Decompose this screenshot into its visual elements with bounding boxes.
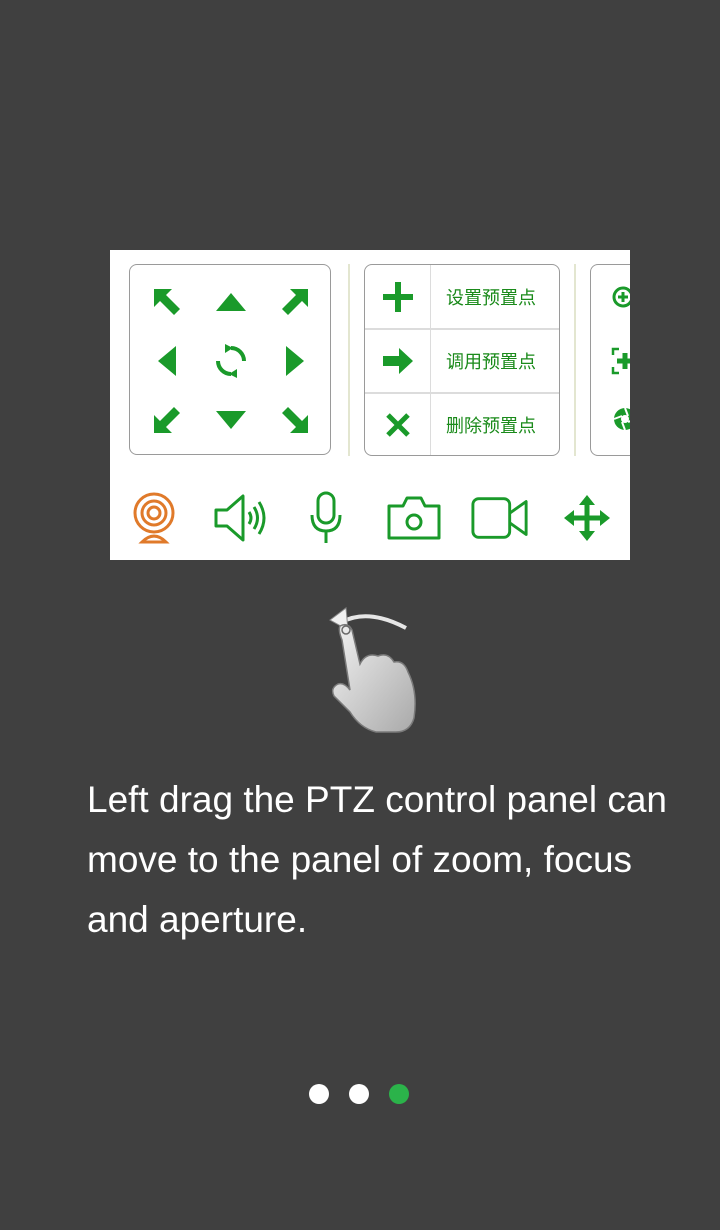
down-left-arrow-icon[interactable]: [143, 396, 191, 444]
up-left-arrow-icon[interactable]: [143, 278, 191, 326]
set-preset-button[interactable]: 设置预置点: [365, 265, 559, 328]
microphone-icon[interactable]: [296, 488, 356, 548]
right-arrow-icon[interactable]: [271, 337, 319, 385]
page-dot-3-active[interactable]: [389, 1084, 409, 1104]
aperture-icon[interactable]: [611, 405, 630, 433]
page-indicator: [309, 1084, 409, 1104]
refresh-icon[interactable]: [207, 337, 255, 385]
ptz-preview-image: 设置预置点 调用预置点 删除预置点: [110, 250, 630, 560]
delete-preset-label: 删除预置点: [446, 415, 536, 437]
zoom-in-icon[interactable]: [611, 285, 630, 313]
right-arrow-icon: [365, 329, 431, 392]
instruction-text: Left drag the PTZ control panel can move…: [87, 779, 668, 940]
swipe-hand-icon: [320, 600, 430, 740]
camera-icon[interactable]: [384, 488, 444, 548]
set-preset-label: 设置预置点: [446, 287, 536, 309]
speaker-icon[interactable]: [211, 488, 271, 548]
call-preset-button[interactable]: 调用预置点: [365, 329, 559, 392]
down-right-arrow-icon[interactable]: [271, 396, 319, 444]
plus-icon: [365, 265, 431, 328]
ptz-direction-panel: [129, 264, 331, 455]
panel-divider: [574, 264, 576, 456]
video-camera-icon[interactable]: [470, 488, 530, 548]
up-right-arrow-icon[interactable]: [271, 278, 319, 326]
page-dot-2[interactable]: [349, 1084, 369, 1104]
delete-preset-button[interactable]: 删除预置点: [365, 393, 559, 455]
move-arrows-icon[interactable]: [557, 488, 617, 548]
left-arrow-icon[interactable]: [143, 337, 191, 385]
panel-divider: [348, 264, 350, 456]
preset-panel: 设置预置点 调用预置点 删除预置点: [364, 264, 560, 456]
close-icon: [365, 393, 431, 455]
focus-icon[interactable]: [611, 347, 630, 375]
zoom-focus-panel: [590, 264, 630, 456]
down-arrow-icon[interactable]: [207, 396, 255, 444]
up-arrow-icon[interactable]: [207, 278, 255, 326]
page-dot-1[interactable]: [309, 1084, 329, 1104]
webcam-icon[interactable]: [124, 488, 184, 548]
call-preset-label: 调用预置点: [446, 351, 536, 373]
